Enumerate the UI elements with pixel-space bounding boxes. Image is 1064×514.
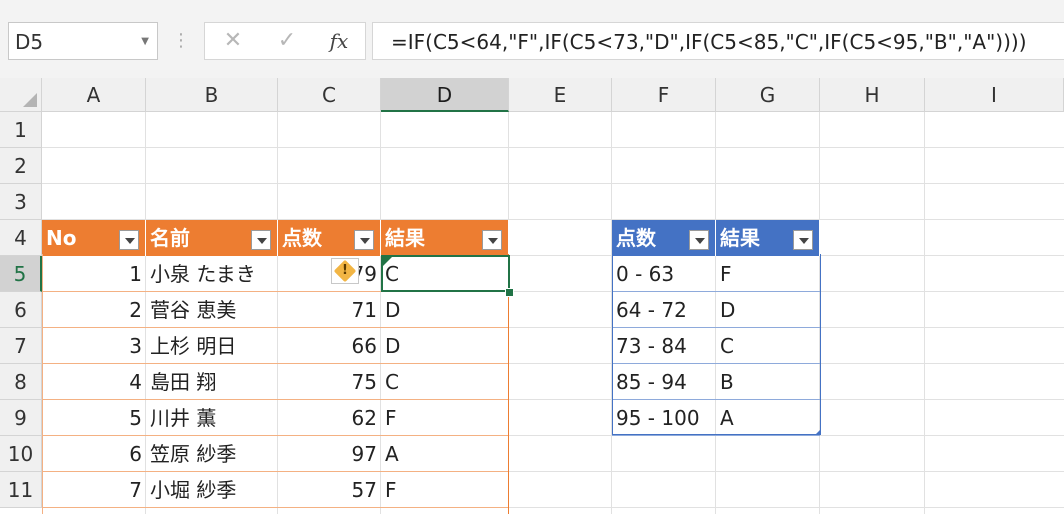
table-resize-handle[interactable] <box>815 429 821 435</box>
error-flag-icon <box>383 257 392 266</box>
table1-cell[interactable]: 菅谷 恵美 <box>146 292 278 328</box>
table1-cell[interactable]: 7 <box>42 472 146 508</box>
table1-cell[interactable]: 6 <box>42 436 146 472</box>
table1-cell[interactable]: 71 <box>278 292 381 328</box>
column-header-h[interactable]: H <box>820 78 925 112</box>
table1-cell[interactable]: 4 <box>42 364 146 400</box>
table1-cell[interactable]: 川井 薫 <box>146 400 278 436</box>
enter-icon[interactable]: ✓ <box>267 23 307 59</box>
chevron-down-icon[interactable]: ▼ <box>141 23 149 61</box>
error-check-button[interactable]: ! <box>331 258 359 284</box>
table1-cell[interactable]: 57 <box>278 472 381 508</box>
row-header-7[interactable]: 7 <box>0 328 42 364</box>
row-header-8[interactable]: 8 <box>0 364 42 400</box>
column-header-a[interactable]: A <box>42 78 146 112</box>
formula-buttons: ✕ ✓ fx <box>204 22 366 60</box>
table2-cell[interactable]: A <box>716 400 820 436</box>
table2-cell[interactable]: B <box>716 364 820 400</box>
table2-cell[interactable]: C <box>716 328 820 364</box>
table2-cell[interactable]: 85 - 94 <box>612 364 716 400</box>
table2-cell[interactable]: F <box>716 256 820 292</box>
filter-dropdown-icon[interactable] <box>689 230 709 250</box>
filter-dropdown-icon[interactable] <box>482 230 502 250</box>
drag-handle-icon[interactable]: ⋮ <box>172 26 190 56</box>
column-header-b[interactable]: B <box>146 78 278 112</box>
table1-cell[interactable]: 3 <box>42 328 146 364</box>
row-header-9[interactable]: 9 <box>0 400 42 436</box>
table1-cell[interactable]: 上杉 明日 <box>146 328 278 364</box>
table1-cell[interactable]: 5 <box>42 400 146 436</box>
table2-cell[interactable]: 95 - 100 <box>612 400 716 436</box>
gridline-vertical <box>924 112 925 514</box>
column-header-i[interactable]: I <box>925 78 1064 112</box>
table1-cell[interactable]: 62 <box>278 400 381 436</box>
select-all-icon <box>23 93 37 107</box>
row-header-11[interactable]: 11 <box>0 472 42 508</box>
formula-bar-area: D5 ▼ ⋮ ✕ ✓ fx =IF(C5<64,"F",IF(C5<73,"D"… <box>0 0 1064 78</box>
row-header-4[interactable]: 4 <box>0 220 42 256</box>
column-header-g[interactable]: G <box>716 78 820 112</box>
row-header-1[interactable]: 1 <box>0 112 42 148</box>
gridline-horizontal <box>42 183 1064 184</box>
table1-cell[interactable]: F <box>381 400 509 436</box>
table1-cell[interactable]: 小泉 たまき <box>146 256 278 292</box>
table1-cell[interactable]: D <box>381 328 509 364</box>
row-header-6[interactable]: 6 <box>0 292 42 328</box>
table1-cell[interactable]: 79 <box>278 256 381 292</box>
insert-function-icon[interactable]: fx <box>319 23 359 59</box>
row-header-5[interactable]: 5 <box>0 256 42 292</box>
column-header-e[interactable]: E <box>509 78 612 112</box>
column-header-f[interactable]: F <box>612 78 716 112</box>
warning-icon-mark: ! <box>342 263 348 278</box>
gridline-horizontal <box>42 147 1064 148</box>
table1-cell[interactable]: 2 <box>42 292 146 328</box>
table1-cell[interactable]: 97 <box>278 436 381 472</box>
table1-cell[interactable]: 笠原 紗季 <box>146 436 278 472</box>
column-header-d[interactable]: D <box>381 78 509 112</box>
table1-cell[interactable]: 島田 翔 <box>146 364 278 400</box>
filter-dropdown-icon[interactable] <box>354 230 374 250</box>
row-header-2[interactable]: 2 <box>0 148 42 184</box>
filter-dropdown-icon[interactable] <box>251 230 271 250</box>
table1-cell[interactable]: 75 <box>278 364 381 400</box>
worksheet-grid[interactable]: A B C D E F G H I 1 2 3 4 5 6 7 8 9 10 11 No 名前 点数 結果 1 小泉 たまき 79 C… <box>0 78 1064 514</box>
table1-cell[interactable]: A <box>381 436 509 472</box>
select-all-button[interactable] <box>0 78 42 112</box>
table1-cell[interactable]: C <box>381 364 509 400</box>
table1-cell[interactable]: C <box>381 256 509 292</box>
filter-dropdown-icon[interactable] <box>793 230 813 250</box>
row-header-3[interactable]: 3 <box>0 184 42 220</box>
column-header-c[interactable]: C <box>278 78 381 112</box>
fill-handle[interactable] <box>505 288 514 297</box>
table2-cell[interactable]: 0 - 63 <box>612 256 716 292</box>
name-box-value: D5 <box>15 30 44 54</box>
table1-cell[interactable]: F <box>381 472 509 508</box>
table2-cell[interactable]: 64 - 72 <box>612 292 716 328</box>
filter-dropdown-icon[interactable] <box>119 230 139 250</box>
table1-cell[interactable]: 小堀 紗季 <box>146 472 278 508</box>
table1-cell[interactable]: 1 <box>42 256 146 292</box>
cancel-icon[interactable]: ✕ <box>213 23 253 59</box>
formula-input[interactable]: =IF(C5<64,"F",IF(C5<73,"D",IF(C5<85,"C",… <box>372 22 1064 60</box>
table1-cell[interactable]: 66 <box>278 328 381 364</box>
row-header-10[interactable]: 10 <box>0 436 42 472</box>
table2-cell[interactable]: 73 - 84 <box>612 328 716 364</box>
name-box[interactable]: D5 ▼ <box>8 22 158 60</box>
table1-cell[interactable]: D <box>381 292 509 328</box>
table2-cell[interactable]: D <box>716 292 820 328</box>
